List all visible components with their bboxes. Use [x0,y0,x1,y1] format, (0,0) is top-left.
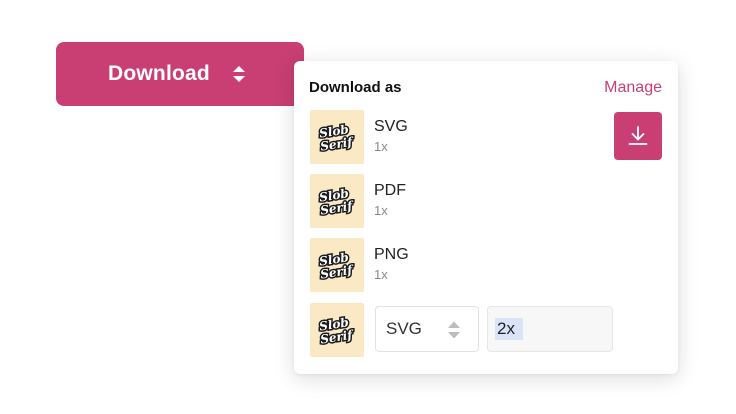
format-name: PNG [374,246,409,263]
manage-link[interactable]: Manage [604,79,662,97]
slob-serif-logo: Slob Serif [317,121,357,154]
slob-serif-logo: Slob Serif [317,249,357,282]
format-row-png[interactable]: Slob Serif PNG 1x [310,238,662,292]
font-preview-thumbnail: Slob Serif [310,174,364,228]
format-row-svg[interactable]: Slob Serif SVG 1x [310,110,662,164]
download-icon [628,126,648,145]
format-scale: 1x [374,203,388,218]
font-preview-thumbnail: Slob Serif [310,110,364,164]
panel-title: Download as [309,79,402,96]
slob-serif-logo: Slob Serif [317,185,357,218]
download-as-panel: Download as Manage Slob Serif SVG 1x Slo… [294,61,678,374]
scale-input[interactable]: 2x [487,306,613,352]
format-select-value: SVG [386,319,422,338]
sort-updown-icon [232,64,246,84]
scale-input-value: 2x [495,318,523,340]
format-name: SVG [374,118,408,135]
font-preview-thumbnail: Slob Serif [310,238,364,292]
format-scale: 1x [374,267,388,282]
download-button[interactable]: Download [56,42,304,106]
font-preview-thumbnail: Slob Serif [310,303,364,357]
download-button-label: Download [108,62,210,85]
format-select[interactable]: SVG [375,306,479,352]
download-svg-button[interactable] [614,112,662,160]
format-name: PDF [374,182,406,199]
select-updown-icon [447,320,461,345]
format-row-pdf[interactable]: Slob Serif PDF 1x [310,174,662,228]
format-scale: 1x [374,139,388,154]
slob-serif-logo: Slob Serif [317,314,357,347]
custom-export-row: Slob Serif SVG 2x [310,303,662,357]
